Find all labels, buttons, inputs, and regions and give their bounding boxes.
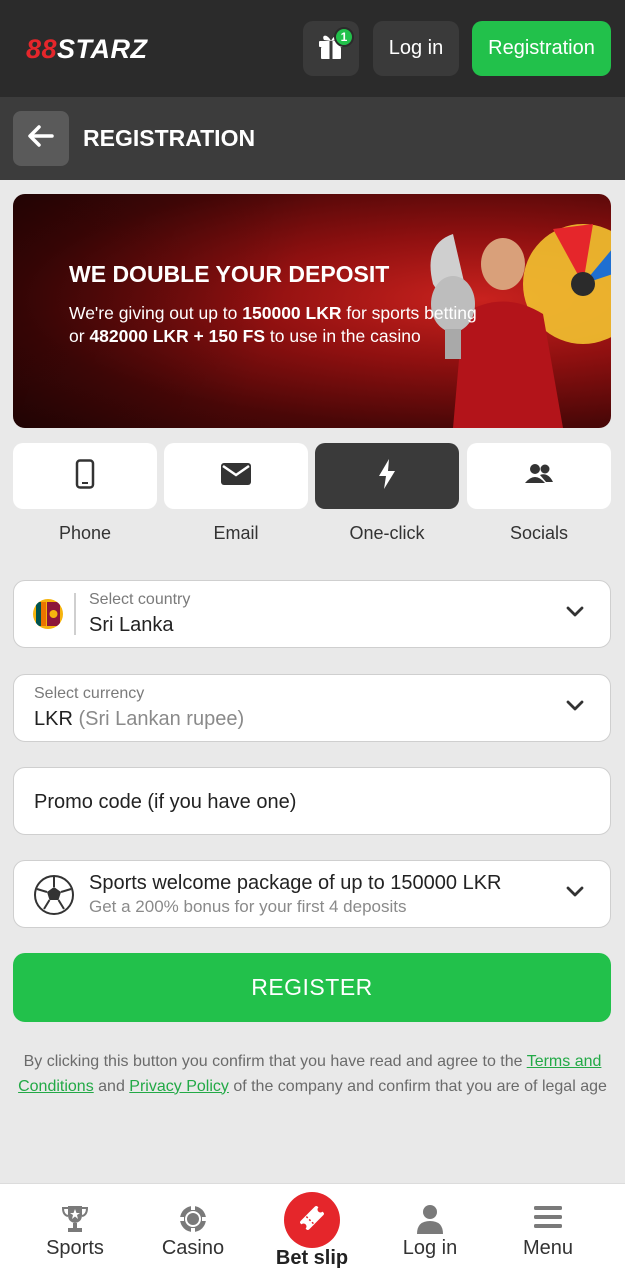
nav-login-label: Log in xyxy=(402,1237,458,1259)
nav-menu-label: Menu xyxy=(522,1237,574,1259)
logo-text: STARZ xyxy=(57,34,148,64)
nav-bet-slip-label[interactable]: Bet slip xyxy=(250,1247,374,1270)
nav-sports-label: Sports xyxy=(46,1237,104,1259)
casino-chip-icon xyxy=(134,1204,252,1234)
banner-title: WE DOUBLE YOUR DEPOSIT xyxy=(69,261,390,287)
tab-phone-label[interactable]: Phone xyxy=(13,523,157,544)
register-button[interactable]: REGISTER xyxy=(13,953,611,1022)
site-logo[interactable]: 88STARZ xyxy=(26,34,148,65)
tab-socials-label[interactable]: Socials xyxy=(467,523,611,544)
country-select-label: Select country xyxy=(89,591,191,608)
tab-email[interactable] xyxy=(164,443,308,509)
bonus-subtitle: Get a 200% bonus for your first 4 deposi… xyxy=(89,897,407,916)
nav-casino-label: Casino xyxy=(161,1237,225,1259)
gift-button[interactable]: 1 xyxy=(303,21,359,76)
back-button[interactable] xyxy=(13,111,69,166)
lightning-icon xyxy=(378,458,396,494)
promo-code-input[interactable]: Promo code (if you have one) xyxy=(13,767,611,835)
country-select[interactable]: Select country Sri Lanka xyxy=(13,580,611,648)
promo-code-placeholder: Promo code (if you have one) xyxy=(34,791,297,813)
tab-socials[interactable] xyxy=(467,443,611,509)
banner-description: We're giving out up to 150000 LKR for sp… xyxy=(69,303,477,346)
user-icon xyxy=(371,1204,489,1234)
logo-prefix: 88 xyxy=(26,34,58,64)
page-title-bar: REGISTRATION xyxy=(0,97,625,180)
phone-icon xyxy=(75,458,95,494)
header-login-button[interactable]: Log in xyxy=(373,21,459,76)
nav-sports[interactable]: Sports xyxy=(16,1184,134,1280)
privacy-policy-link[interactable]: Privacy Policy xyxy=(129,1078,229,1095)
envelope-icon xyxy=(221,462,251,490)
bonus-select[interactable]: Sports welcome package of up to 150000 L… xyxy=(13,860,611,928)
nav-bet-slip[interactable] xyxy=(284,1192,340,1248)
ticket-icon xyxy=(297,1203,327,1238)
arrow-left-icon xyxy=(28,125,54,152)
gift-count-badge: 1 xyxy=(334,27,354,47)
tab-one-click-label[interactable]: One-click xyxy=(315,523,459,544)
country-select-value: Sri Lanka xyxy=(89,614,174,636)
people-icon xyxy=(524,463,554,490)
sri-lanka-flag-icon xyxy=(33,599,63,629)
top-header: 88STARZ 1 Log in Registration xyxy=(0,0,625,97)
chevron-down-icon xyxy=(566,885,584,903)
currency-code: LKR xyxy=(34,708,73,730)
bonus-title: Sports welcome package of up to 150000 L… xyxy=(89,872,502,894)
header-registration-button[interactable]: Registration xyxy=(472,21,611,76)
terms-disclaimer: By clicking this button you confirm that… xyxy=(18,1053,607,1095)
nav-login[interactable]: Log in xyxy=(371,1184,489,1280)
chevron-down-icon xyxy=(566,699,584,717)
tab-one-click[interactable] xyxy=(315,443,459,509)
nav-casino[interactable]: Casino xyxy=(134,1184,252,1280)
promo-banner[interactable]: WE DOUBLE YOUR DEPOSIT We're giving out … xyxy=(13,194,611,428)
page-title: REGISTRATION xyxy=(83,125,256,151)
currency-name: (Sri Lankan rupee) xyxy=(78,708,245,730)
tab-phone[interactable] xyxy=(13,443,157,509)
currency-select[interactable]: Select currency LKR (Sri Lankan rupee) xyxy=(13,674,611,742)
nav-menu[interactable]: Menu xyxy=(489,1184,607,1280)
currency-select-label: Select currency xyxy=(34,685,145,702)
tab-email-label[interactable]: Email xyxy=(164,523,308,544)
hamburger-menu-icon xyxy=(489,1204,607,1230)
trophy-icon xyxy=(16,1204,134,1234)
currency-select-value: LKR (Sri Lankan rupee) xyxy=(34,708,244,731)
soccer-ball-icon xyxy=(33,874,75,921)
chevron-down-icon xyxy=(566,605,584,623)
